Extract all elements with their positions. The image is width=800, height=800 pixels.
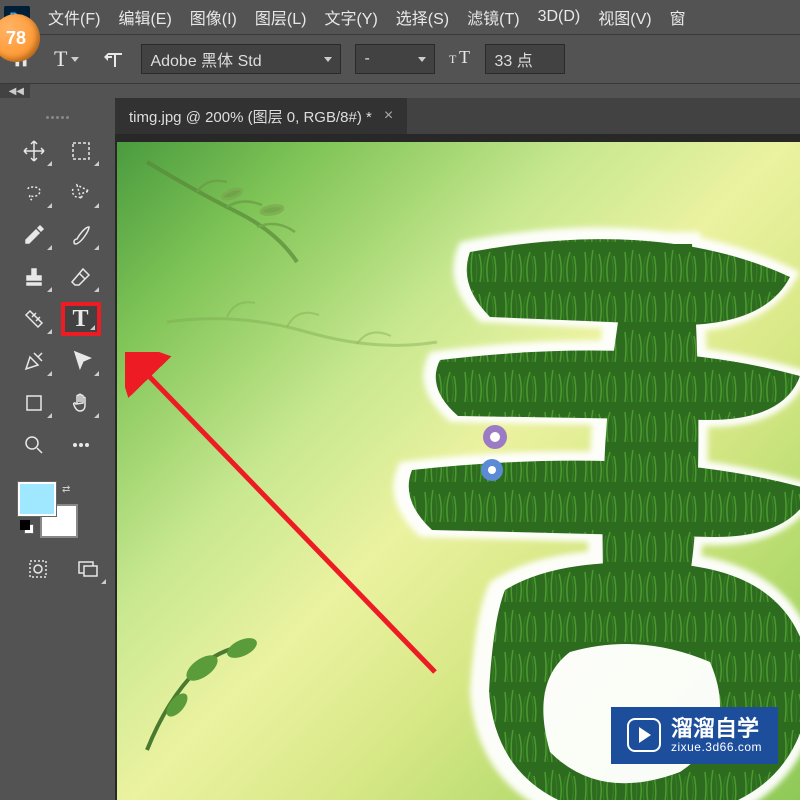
font-size-dropdown[interactable]: 33 点 [485,44,565,74]
quick-mask-tool[interactable] [18,552,58,586]
panel-collapse-handle[interactable]: ◀◀ [0,84,30,98]
document-tab-title: timg.jpg @ 200% (图层 0, RGB/8#) * [129,106,372,127]
type-tool[interactable]: T [61,302,101,336]
chevron-down-icon [71,57,79,62]
svg-text:T: T [449,52,457,66]
svg-text:T: T [459,47,470,67]
options-bar: T Adobe 黑体 Std - TT 33 点 [0,34,800,84]
more-tools[interactable] [61,428,101,462]
foreground-color-swatch[interactable] [18,482,56,516]
menu-window[interactable]: 窗 [670,5,686,29]
stamp-tool[interactable] [14,260,54,294]
zoom-tool[interactable] [14,428,54,462]
healing-tool[interactable] [14,302,54,336]
text-orientation-button[interactable] [99,45,127,73]
document-tab[interactable]: timg.jpg @ 200% (图层 0, RGB/8#) * × [115,98,407,134]
menu-3d[interactable]: 3D(D) [538,8,581,26]
move-tool[interactable] [14,134,54,168]
tool-preset-picker[interactable]: T [48,42,85,76]
eraser-tool[interactable] [61,260,101,294]
chevron-down-icon [418,57,426,62]
quick-select-tool[interactable] [61,176,101,210]
watermark-logo-icon [627,718,661,752]
marquee-tool[interactable] [61,134,101,168]
font-size-icon: TT [449,47,477,72]
font-style-dropdown[interactable]: - [355,44,435,74]
font-size-value: 33 点 [494,47,532,71]
pen-tool[interactable] [14,344,54,378]
document-area: timg.jpg @ 200% (图层 0, RGB/8#) * × [115,98,800,800]
font-style-value: - [364,50,369,68]
menu-type[interactable]: 文字(Y) [324,5,377,29]
screen-mode-tool[interactable] [68,552,108,586]
type-tool-icon: T [72,306,88,333]
menu-view[interactable]: 视图(V) [598,5,651,29]
menu-select[interactable]: 选择(S) [396,5,449,29]
menu-image[interactable]: 图像(I) [190,5,237,29]
document-tab-bar: timg.jpg @ 200% (图层 0, RGB/8#) * × [115,98,800,134]
color-swatches[interactable]: ⇄ [18,482,78,538]
font-family-value: Adobe 黑体 Std [150,47,261,71]
tools-panel: T [0,98,115,800]
menu-filter[interactable]: 滤镜(T) [467,5,519,29]
panel-grip[interactable] [0,110,115,124]
hand-tool[interactable] [61,386,101,420]
default-colors-icon[interactable] [20,520,34,534]
menu-layer[interactable]: 图层(L) [255,5,307,29]
close-icon[interactable]: × [384,107,393,125]
menu-edit[interactable]: 编辑(E) [118,5,171,29]
menu-bar: Ps 文件(F) 编辑(E) 图像(I) 图层(L) 文字(Y) 选择(S) 滤… [0,0,800,34]
brush-tool[interactable] [61,218,101,252]
type-tool-icon: T [54,46,67,72]
watermark-text: 溜溜自学 [671,717,762,741]
eyedropper-tool[interactable] [14,218,54,252]
shape-tool[interactable] [14,386,54,420]
lasso-tool[interactable] [14,176,54,210]
watermark: 溜溜自学 zixue.3d66.com [611,707,778,764]
canvas[interactable]: 溜溜自学 zixue.3d66.com [117,142,800,800]
font-family-dropdown[interactable]: Adobe 黑体 Std [141,44,341,74]
chevron-down-icon [324,57,332,62]
swap-colors-icon[interactable]: ⇄ [62,484,74,496]
menu-file[interactable]: 文件(F) [48,5,100,29]
watermark-url: zixue.3d66.com [671,741,762,754]
path-select-tool[interactable] [61,344,101,378]
